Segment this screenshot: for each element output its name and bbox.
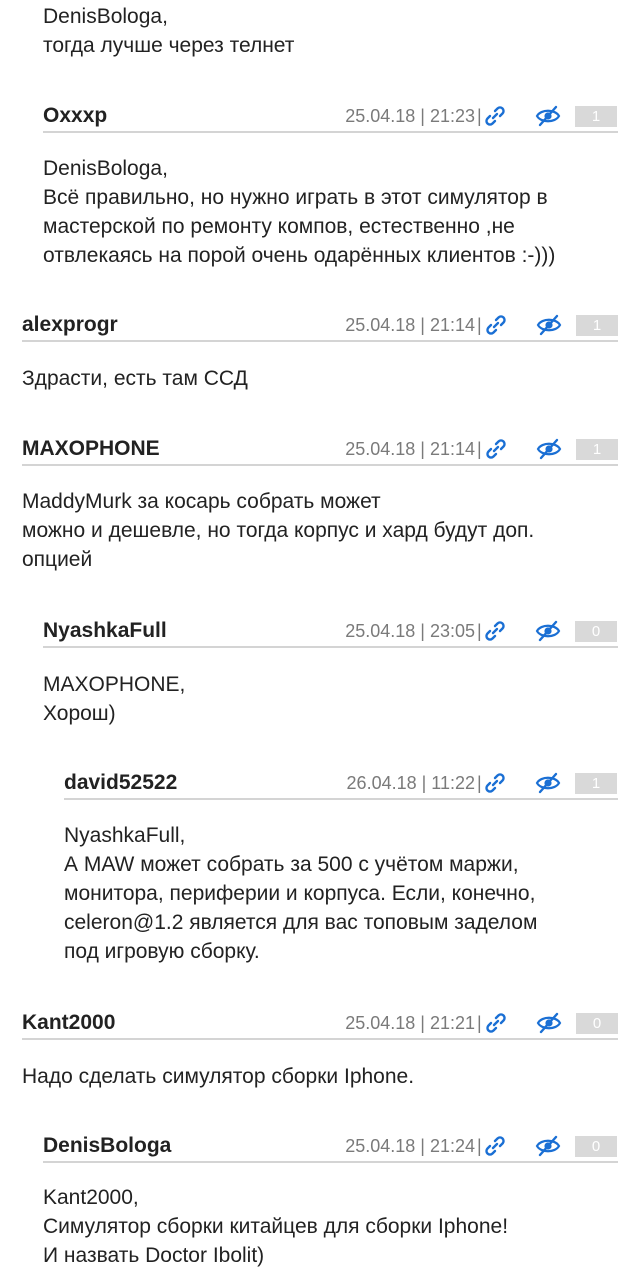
comment-header: david52522 26.04.18 | 11:22 | 1 — [64, 768, 618, 800]
comment-body: MAXOPHONE, Хорош) — [43, 673, 186, 725]
meta-separator: | — [477, 106, 482, 126]
link-icon[interactable] — [483, 619, 507, 643]
comment-body: Kant2000, Симулятор сборки китайцев для … — [43, 1186, 509, 1267]
link-icon[interactable] — [483, 1134, 507, 1158]
meta-separator: | — [477, 1136, 482, 1156]
link-icon[interactable] — [483, 771, 507, 795]
comment-date: 25.04.18 | 23:05 — [345, 621, 475, 641]
comment-header: Kant2000 25.04.18 | 21:21 | 0 — [22, 1008, 618, 1040]
comment-header: Oxxxp 25.04.18 | 21:23 | 1 — [43, 101, 618, 133]
comment-body: NyashkaFull, А MAW может собрать за 500 … — [64, 824, 538, 963]
comment-body: DenisBologa, тогда лучше через телнет — [43, 5, 295, 57]
comment-header: alexprogr 25.04.18 | 21:14 | 1 — [22, 310, 618, 342]
comment-author[interactable]: DenisBologa — [43, 1131, 171, 1161]
rating-badge[interactable]: 0 — [575, 1136, 617, 1157]
comment-author[interactable]: NyashkaFull — [43, 616, 167, 646]
hide-eye-icon[interactable] — [536, 438, 562, 460]
comment-author[interactable]: Oxxxp — [43, 101, 107, 131]
hide-eye-icon[interactable] — [535, 1135, 561, 1157]
comment-author[interactable]: MAXOPHONE — [22, 434, 160, 464]
comment-author[interactable]: david52522 — [64, 768, 177, 798]
comment-body: MaddyMurk за косарь собрать может можно … — [22, 490, 535, 571]
meta-separator: | — [477, 439, 482, 459]
meta-separator: | — [477, 621, 482, 641]
link-icon[interactable] — [484, 313, 508, 337]
meta-separator: | — [477, 1013, 482, 1033]
rating-badge[interactable]: 1 — [575, 106, 617, 127]
hide-eye-icon[interactable] — [535, 105, 561, 127]
rating-badge[interactable]: 1 — [576, 315, 618, 336]
link-icon[interactable] — [484, 1011, 508, 1035]
comment-author[interactable]: Kant2000 — [22, 1008, 115, 1038]
hide-eye-icon[interactable] — [536, 314, 562, 336]
rating-badge[interactable]: 0 — [575, 621, 617, 642]
comment-author[interactable]: alexprogr — [22, 310, 118, 340]
comment-date: 25.04.18 | 21:23 — [345, 106, 475, 126]
rating-badge[interactable]: 1 — [576, 439, 618, 460]
comment-body: DenisBologa, Всё правильно, но нужно игр… — [43, 157, 556, 267]
comment-date: 25.04.18 | 21:21 — [345, 1013, 475, 1033]
meta-separator: | — [477, 773, 482, 793]
rating-badge[interactable]: 1 — [575, 773, 617, 794]
comment-header: DenisBologa 25.04.18 | 21:24 | 0 — [43, 1131, 618, 1163]
rating-badge[interactable]: 0 — [576, 1013, 618, 1034]
comment-date: 25.04.18 | 21:14 — [345, 315, 475, 335]
comment-header: NyashkaFull 25.04.18 | 23:05 | 0 — [43, 616, 618, 648]
link-icon[interactable] — [483, 104, 507, 128]
link-icon[interactable] — [484, 437, 508, 461]
hide-eye-icon[interactable] — [536, 1012, 562, 1034]
comment-date: 26.04.18 | 11:22 — [346, 773, 475, 793]
hide-eye-icon[interactable] — [535, 772, 561, 794]
meta-separator: | — [477, 315, 482, 335]
comment-date: 25.04.18 | 21:14 — [345, 439, 475, 459]
hide-eye-icon[interactable] — [535, 620, 561, 642]
comment-header: MAXOPHONE 25.04.18 | 21:14 | 1 — [22, 434, 618, 466]
comment-body: Надо сделать симулятор сборки Iphone. — [22, 1065, 415, 1088]
comment-body: Здрасти, есть там ССД — [22, 367, 248, 390]
comment-date: 25.04.18 | 21:24 — [345, 1136, 475, 1156]
